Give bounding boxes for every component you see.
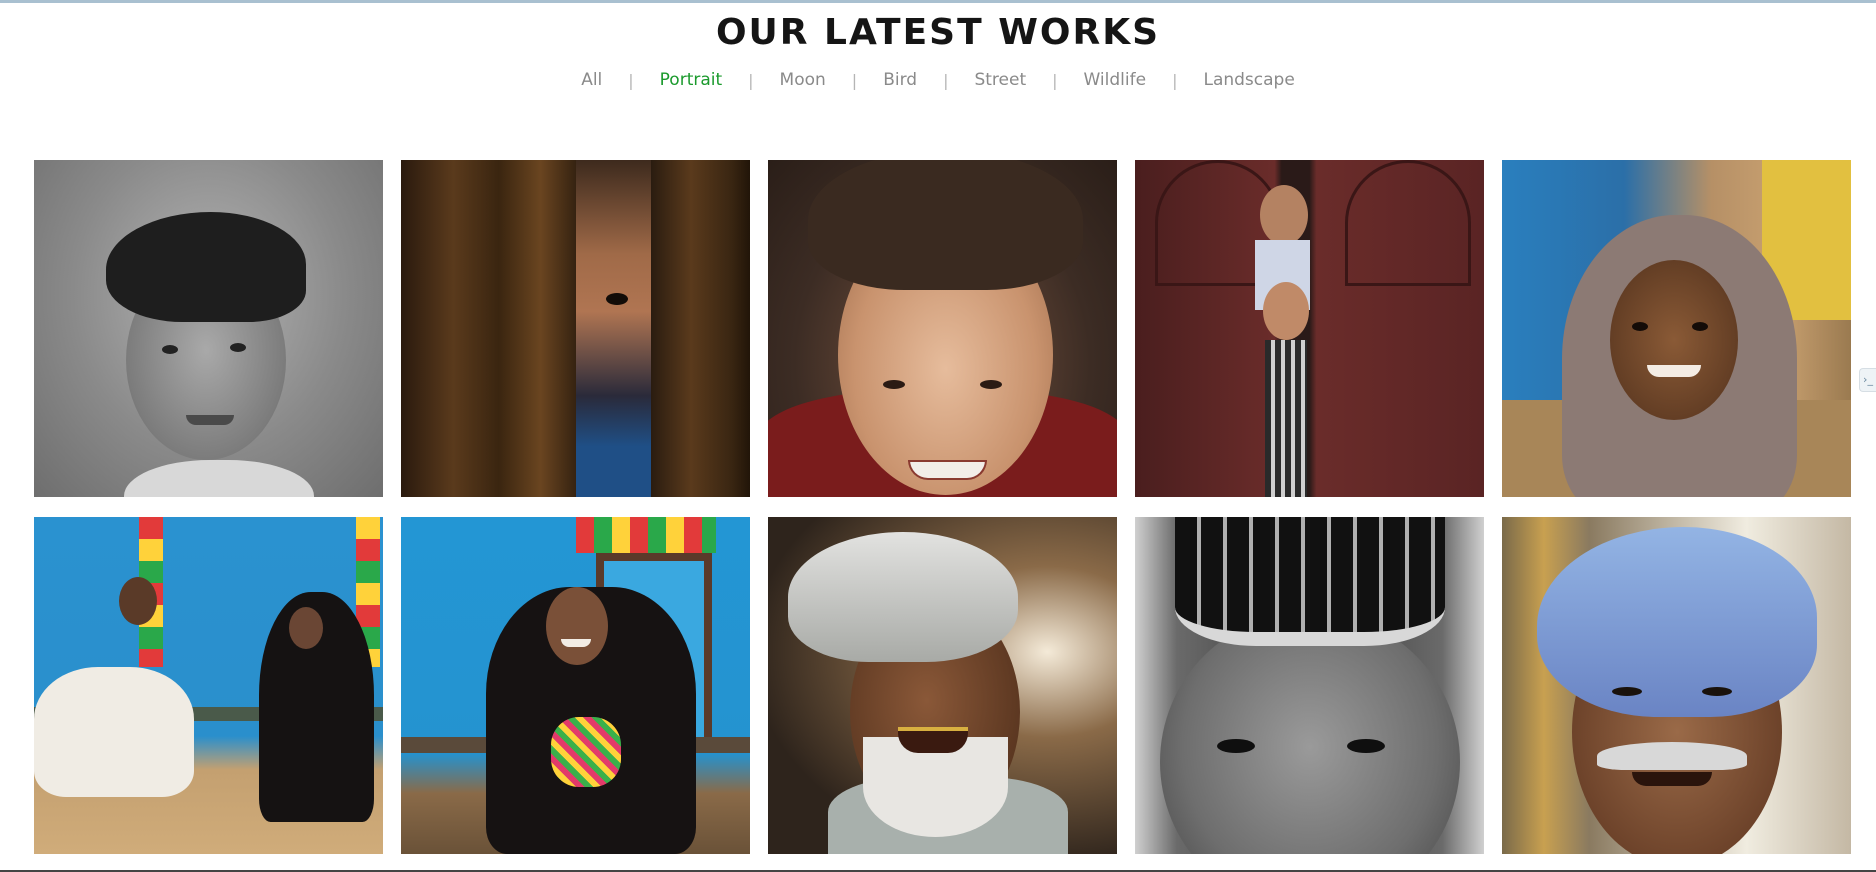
portrait-image <box>576 517 716 553</box>
portfolio-item[interactable] <box>768 517 1117 854</box>
filter-bar: All | Portrait | Moon | Bird | Street | … <box>0 70 1876 90</box>
filter-street[interactable]: Street <box>948 70 1052 90</box>
page: OUR LATEST WORKS All | Portrait | Moon |… <box>0 0 1876 872</box>
section-title: OUR LATEST WORKS <box>715 12 1161 53</box>
portfolio-item[interactable] <box>34 160 383 497</box>
top-border <box>0 0 1876 3</box>
portfolio-item[interactable] <box>401 517 750 854</box>
portrait-image <box>1160 612 1460 854</box>
filter-all[interactable]: All <box>555 70 628 90</box>
filter-moon[interactable]: Moon <box>754 70 852 90</box>
filter-landscape[interactable]: Landscape <box>1177 70 1320 90</box>
filter-wildlife[interactable]: Wildlife <box>1058 70 1173 90</box>
portfolio-item[interactable] <box>1135 160 1484 497</box>
filter-portrait[interactable]: Portrait <box>634 70 749 90</box>
portrait-image <box>124 460 314 497</box>
portfolio-item[interactable] <box>1502 160 1851 497</box>
portfolio-grid <box>34 160 1851 854</box>
portfolio-item[interactable] <box>1502 517 1851 854</box>
portfolio-item[interactable] <box>1135 517 1484 854</box>
arrow-tab-icon[interactable]: ›_ <box>1859 368 1876 392</box>
portfolio-item[interactable] <box>401 160 750 497</box>
portfolio-item[interactable] <box>768 160 1117 497</box>
portfolio-item[interactable] <box>34 517 383 854</box>
filter-bird[interactable]: Bird <box>857 70 943 90</box>
